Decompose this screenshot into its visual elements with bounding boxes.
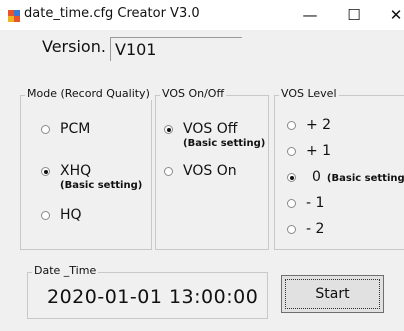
maximize-button[interactable]: ☐	[334, 0, 374, 30]
version-input[interactable]	[110, 37, 242, 61]
mode-option-hq[interactable]: HQ	[41, 207, 82, 223]
date-time-display: 2020-01-01 13:00:00	[47, 286, 259, 308]
mode-option-pcm[interactable]: PCM	[41, 121, 90, 137]
radio-button[interactable]	[164, 167, 173, 176]
vos-option-label: VOS Off	[183, 121, 238, 137]
mode-option-xhq[interactable]: XHQ (Basic setting)	[41, 163, 142, 192]
level-option-plus2[interactable]: + 2	[287, 117, 331, 133]
radio-button[interactable]	[287, 147, 296, 156]
window-title: date_time.cfg Creator V3.0	[24, 6, 200, 21]
level-option-label: 0	[312, 169, 321, 185]
vos-option-on[interactable]: VOS On	[164, 163, 237, 179]
basic-setting-note: (Basic setting)	[183, 138, 266, 149]
mode-group: Mode (Record Quality) PCM XHQ (Basic set…	[20, 87, 152, 250]
radio-button-checked[interactable]	[164, 125, 173, 134]
minimize-button[interactable]: —	[290, 0, 330, 30]
app-config-icon	[8, 10, 20, 22]
radio-button-checked[interactable]	[287, 173, 296, 182]
level-option-minus2[interactable]: - 2	[287, 221, 324, 237]
level-option-label: + 1	[306, 143, 332, 159]
mode-option-label: PCM	[60, 121, 91, 137]
vos-option-off[interactable]: VOS Off (Basic setting)	[164, 121, 265, 150]
level-option-label: + 2	[306, 117, 332, 133]
level-option-minus1[interactable]: - 1	[287, 195, 324, 211]
mode-group-legend: Mode (Record Quality)	[25, 87, 152, 100]
level-option-zero[interactable]: 0 (Basic setting)	[287, 169, 404, 187]
vos-level-group: VOS Level + 2 + 1 0 (Basic setting) - 1 -…	[274, 87, 404, 250]
radio-button[interactable]	[41, 125, 50, 134]
mode-option-label: HQ	[60, 207, 82, 223]
start-button[interactable]: Start	[281, 275, 384, 313]
vos-option-label: VOS On	[183, 163, 237, 179]
vos-level-legend: VOS Level	[279, 87, 339, 100]
version-label: Version.	[42, 37, 106, 56]
radio-button[interactable]	[287, 121, 296, 130]
vos-group-legend: VOS On/Off	[160, 87, 227, 100]
level-option-label: - 1	[306, 195, 325, 211]
radio-button[interactable]	[287, 199, 296, 208]
date-time-legend: Date _Time	[32, 264, 99, 277]
radio-button-checked[interactable]	[41, 167, 50, 176]
basic-setting-note: (Basic setting)	[60, 180, 143, 191]
level-option-plus1[interactable]: + 1	[287, 143, 331, 159]
close-button[interactable]: ✕	[376, 0, 404, 30]
title-bar: date_time.cfg Creator V3.0 — ☐ ✕	[0, 0, 404, 30]
date-time-group: Date _Time 2020-01-01 13:00:00	[27, 264, 268, 319]
level-option-label: - 2	[306, 221, 325, 237]
radio-button[interactable]	[41, 211, 50, 220]
mode-option-label: XHQ	[60, 163, 92, 179]
radio-button[interactable]	[287, 225, 296, 234]
basic-setting-note: (Basic setting)	[326, 173, 404, 184]
vos-group: VOS On/Off VOS Off (Basic setting) VOS O…	[155, 87, 269, 250]
